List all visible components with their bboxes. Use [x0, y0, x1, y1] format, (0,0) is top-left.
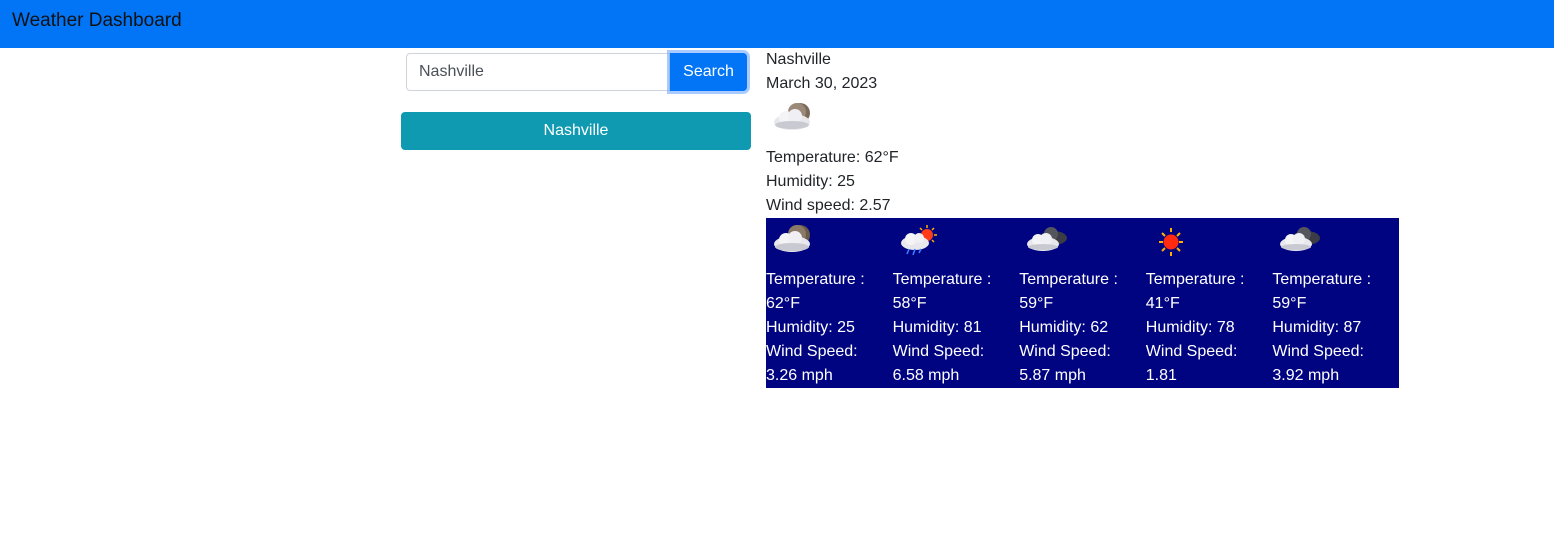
night-cloud-icon: [766, 96, 899, 146]
forecast-temp: 59°F: [1019, 295, 1054, 312]
forecast-wind: 6.58 mph: [892, 367, 960, 384]
forecast-day: Temperature : 62°F Humidity: 25 Wind Spe…: [766, 218, 893, 388]
forecast-humidity: Humidity: 25: [766, 319, 855, 336]
navbar: Weather Dashboard: [0, 0, 1554, 48]
forecast-temp-label: Temperature :: [1019, 271, 1118, 288]
current-wind: Wind speed: 2.57: [766, 197, 891, 214]
search-group: Search: [406, 53, 747, 91]
current-weather: Nashville March 30, 2023 Temperature: 62…: [766, 48, 899, 218]
forecast-temp: 62°F: [766, 295, 800, 312]
search-button[interactable]: Search: [670, 53, 747, 91]
forecast-wind: 3.92 mph: [1272, 367, 1340, 384]
forecast-day: Temperature : 59°F Humidity: 87 Wind Spe…: [1272, 218, 1399, 388]
forecast-wind-label: Wind Speed: 1.81: [1145, 343, 1238, 384]
forecast-humidity: Humidity: 62: [1019, 319, 1109, 336]
forecast-wind: 3.26 mph: [766, 367, 833, 384]
forecast-humidity: Humidity: 81: [892, 319, 982, 336]
forecast-wind: 5.87 mph: [1019, 367, 1086, 384]
forecast-wind-label: Wind Speed:: [1019, 343, 1111, 360]
history-item-nashville[interactable]: Nashville: [401, 112, 751, 150]
forecast-day: Temperature : 59°F Humidity: 62 Wind Spe…: [1019, 218, 1146, 388]
current-city: Nashville: [766, 51, 831, 68]
forecast-wind: mph: [1145, 391, 1177, 408]
forecast-temp-label: Temperature :: [1272, 271, 1372, 288]
night-cloud-icon: [766, 218, 893, 268]
forecast-temp: 58°F: [892, 295, 927, 312]
forecast-humidity: Humidity: 87: [1272, 319, 1362, 336]
forecast-temp-label: Temperature :: [766, 271, 865, 288]
forecast-wind-label: Wind Speed:: [1272, 343, 1364, 360]
forecast-temp: 41°F: [1145, 295, 1180, 312]
forecast-wind-label: Wind Speed:: [892, 343, 985, 360]
current-humidity: Humidity: 25: [766, 173, 855, 190]
forecast-temp-label: Temperature :: [892, 271, 992, 288]
dark-cloud-icon: [1272, 218, 1399, 268]
forecast-panel: Temperature : 62°F Humidity: 25 Wind Spe…: [766, 218, 1399, 408]
current-temperature: Temperature: 62°F: [766, 149, 899, 166]
search-input[interactable]: [406, 53, 670, 91]
forecast-temp: 59°F: [1272, 295, 1307, 312]
forecast-wind-label: Wind Speed:: [766, 343, 858, 360]
forecast-day: Temperature : 58°F Humidity: 81 Wind Spe…: [893, 218, 1020, 388]
app-title[interactable]: Weather Dashboard: [12, 9, 182, 33]
sun-icon: [1146, 218, 1273, 268]
rain-sun-cloud-icon: [893, 218, 1020, 268]
forecast-humidity: Humidity: 78: [1145, 319, 1235, 336]
forecast-temp-label: Temperature :: [1145, 271, 1245, 288]
dark-cloud-icon: [1019, 218, 1146, 268]
current-date: March 30, 2023: [766, 75, 878, 92]
forecast-day: Temperature : 41°F Humidity: 78 Wind Spe…: [1145, 218, 1273, 408]
